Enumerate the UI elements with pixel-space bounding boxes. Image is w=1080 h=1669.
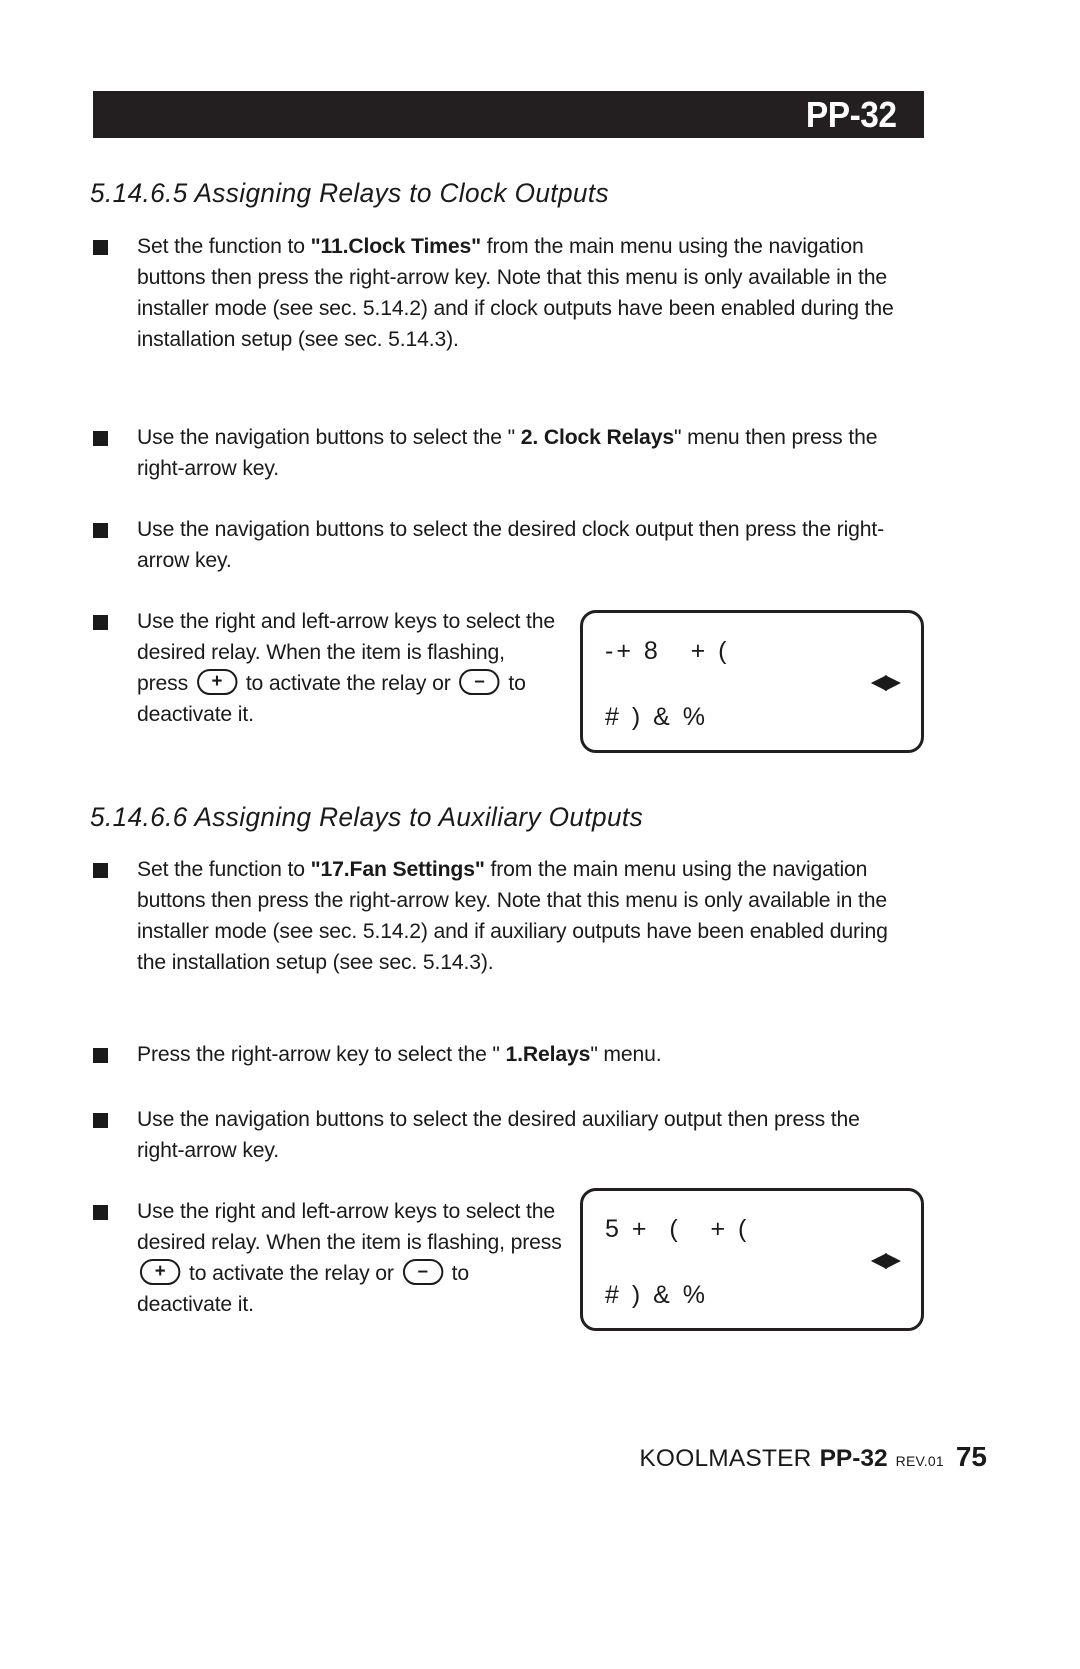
plus-key-glyph: + [211, 671, 223, 693]
bullet-5-part1: Set the function to [137, 857, 311, 881]
bullet-4-part2: to activate the relay or [240, 671, 457, 695]
list-item: Use the navigation buttons to select the… [93, 514, 923, 576]
minus-key-icon: – [459, 669, 500, 695]
list-item-text: Use the right and left-arrow keys to sel… [137, 606, 557, 730]
list-item: Use the navigation buttons to select the… [93, 1104, 923, 1166]
footer-model: PP-32 [819, 1445, 888, 1472]
plus-key-icon: + [196, 669, 238, 695]
lcd-line-2: # ) & % [605, 1281, 708, 1309]
plus-key-glyph: + [154, 1261, 166, 1283]
page-footer: KOOLMASTER PP-32 REV.01 75 [639, 1441, 987, 1473]
list-item: Set the function to "17.Fan Settings" fr… [93, 854, 923, 978]
list-item: Use the right and left-arrow keys to sel… [93, 1196, 573, 1320]
list-item: Press the right-arrow key to select the … [93, 1039, 923, 1070]
list-item: Set the function to "11.Clock Times" fro… [93, 231, 923, 355]
bullet-8-part2: to activate the relay or [183, 1261, 400, 1285]
document-page: PP-32 5.14.6.5 Assigning Relays to Clock… [0, 0, 1080, 1669]
lcd-line-1: 5 + ( + ( [605, 1215, 750, 1243]
square-bullet-icon [93, 1205, 108, 1220]
list-item: Use the navigation buttons to select the… [93, 422, 923, 484]
bullet-5-bold: "17.Fan Settings" [310, 857, 485, 881]
minus-key-icon: – [402, 1259, 443, 1285]
minus-key-glyph: – [417, 1261, 428, 1283]
header-title: PP-32 [806, 93, 898, 135]
list-item-text: Press the right-arrow key to select the … [137, 1039, 662, 1070]
square-bullet-icon [93, 240, 108, 255]
bullet-1-bold: "11.Clock Times" [310, 234, 482, 258]
bullet-6-part2: " menu. [590, 1042, 662, 1066]
page-header-bar: PP-32 [93, 91, 924, 138]
list-item-text: Set the function to "17.Fan Settings" fr… [137, 854, 911, 978]
section-heading-clock-outputs: 5.14.6.5 Assigning Relays to Clock Outpu… [90, 178, 610, 208]
list-item-text: Use the navigation buttons to select the… [137, 517, 885, 572]
list-item: Use the right and left-arrow keys to sel… [93, 606, 563, 730]
bullet-6-part1: Press the right-arrow key to select the … [137, 1042, 506, 1066]
section-heading-auxiliary-outputs: 5.14.6.6 Assigning Relays to Auxiliary O… [90, 802, 644, 832]
lcd-line-1: -+ 8 + ( [605, 637, 730, 665]
bullet-2-part1: Use the navigation buttons to select the… [137, 425, 521, 449]
left-right-arrows-icon: ◀▶ [870, 670, 901, 693]
square-bullet-icon [93, 615, 108, 630]
list-item-text: Set the function to "11.Clock Times" fro… [137, 231, 911, 355]
bullet-6-bold: 1.Relays [505, 1042, 591, 1066]
list-item-text: Use the right and left-arrow keys to sel… [137, 1196, 566, 1320]
bullet-8-part1: Use the right and left-arrow keys to sel… [137, 1199, 562, 1254]
list-item-text: Use the navigation buttons to select the… [137, 422, 911, 484]
square-bullet-icon [93, 1048, 108, 1063]
list-item-text: Use the navigation buttons to select the… [137, 1107, 860, 1162]
square-bullet-icon [93, 1113, 108, 1128]
left-right-arrows-icon: ◀▶ [870, 1248, 901, 1271]
square-bullet-icon [93, 523, 108, 538]
lcd-line-2: # ) & % [605, 703, 708, 731]
square-bullet-icon [93, 431, 108, 446]
footer-page-number: 75 [955, 1441, 987, 1472]
bullet-2-bold: 2. Clock Relays [520, 425, 674, 449]
footer-brand: KOOLMASTER [639, 1445, 812, 1472]
footer-revision: REV.01 [895, 1453, 944, 1469]
plus-key-icon: + [139, 1259, 181, 1285]
lcd-display-auxiliary-relays: 5 + ( + ( # ) & % ◀▶ [580, 1188, 924, 1331]
lcd-display-clock-relays: -+ 8 + ( # ) & % ◀▶ [580, 610, 924, 753]
bullet-1-part1: Set the function to [137, 234, 311, 258]
square-bullet-icon [93, 863, 108, 878]
minus-key-glyph: – [474, 671, 485, 693]
